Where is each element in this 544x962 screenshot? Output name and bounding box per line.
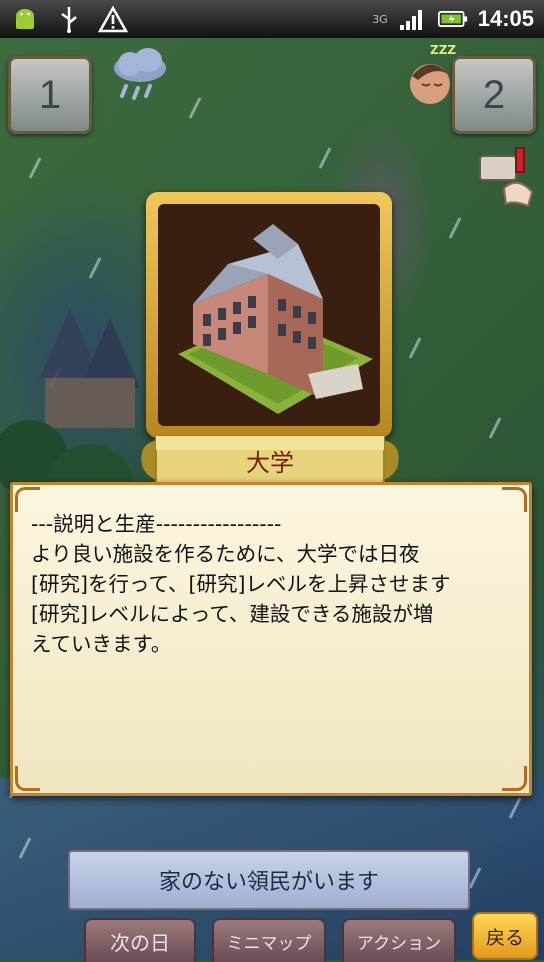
corner-ornament — [15, 766, 40, 791]
rain-cloud-icon — [108, 44, 172, 112]
day-counter-left[interactable]: 1 — [8, 56, 92, 134]
usb-icon — [54, 4, 84, 34]
day-counter-right[interactable]: 2 — [452, 56, 536, 134]
battery-icon — [437, 4, 468, 34]
corner-ornament — [502, 766, 527, 791]
notification-message[interactable]: 家のない領民がいます — [68, 850, 470, 910]
warning-icon — [98, 4, 128, 34]
status-bar: 3G 14:05 — [0, 0, 544, 38]
building-image-frame — [146, 192, 392, 438]
description-panel: ---説明と生産----------------- より良い施設を作るために、大… — [10, 482, 532, 796]
action-button[interactable]: アクション — [342, 918, 456, 962]
building-name: 大学 — [246, 448, 294, 477]
signal-icon — [398, 4, 428, 34]
zzz-label: ZZZ — [430, 43, 456, 57]
android-icon — [10, 4, 40, 34]
next-day-button[interactable]: 次の日 — [84, 918, 196, 962]
building-name-banner: 大学 — [132, 430, 408, 490]
build-tool-icon[interactable] — [474, 138, 538, 212]
building-image — [158, 204, 380, 426]
back-button[interactable]: 戻る — [472, 912, 538, 960]
minimap-button[interactable]: ミニマップ — [212, 918, 326, 962]
network-type-indicator: 3G — [372, 12, 388, 26]
clock: 14:05 — [477, 6, 534, 31]
description-text: ---説明と生産----------------- より良い施設を作るために、大… — [31, 512, 451, 656]
